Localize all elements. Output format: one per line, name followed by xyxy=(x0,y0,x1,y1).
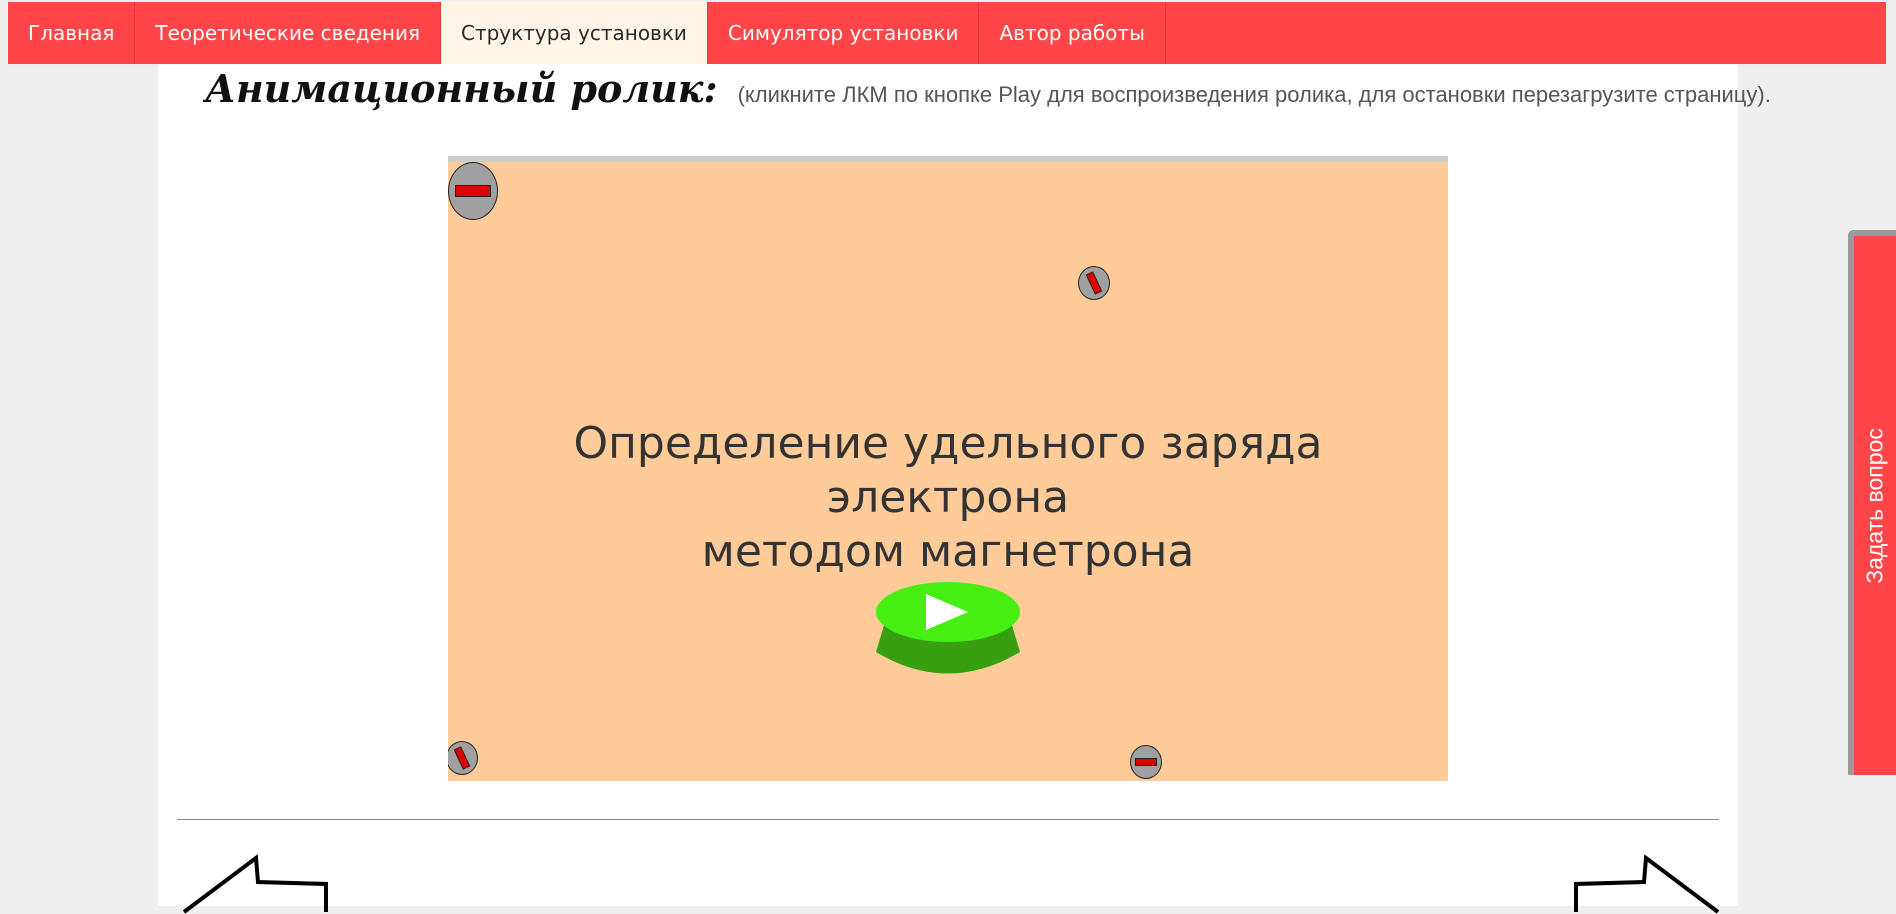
animation-title-line-1: Определение удельного заряда электрона xyxy=(573,418,1323,523)
play-icon xyxy=(876,582,1020,674)
top-navigation: Главная Теоретические сведения Структура… xyxy=(8,2,1886,64)
animation-title-line-2: методом магнетрона xyxy=(701,526,1195,577)
animation-title: Определение удельного заряда электрона м… xyxy=(448,417,1448,579)
nav-item-simulator[interactable]: Симулятор установки xyxy=(708,2,980,64)
ask-question-tab[interactable]: Задать вопрос xyxy=(1848,230,1896,775)
animation-player[interactable]: Определение удельного заряда электрона м… xyxy=(448,156,1448,781)
animation-heading: Анимационный ролик: xyxy=(205,66,718,111)
nav-item-setup-structure[interactable]: Структура установки xyxy=(440,2,708,64)
play-button[interactable] xyxy=(868,580,1028,690)
section-divider xyxy=(177,819,1719,820)
magnet-bottom-right xyxy=(1130,745,1162,779)
nav-item-home[interactable]: Главная xyxy=(8,2,136,64)
nav-item-theory[interactable]: Теоретические сведения xyxy=(135,2,441,64)
nav-item-author[interactable]: Автор работы xyxy=(979,2,1166,64)
magnet-bottom-left xyxy=(448,741,478,775)
previous-arrow-icon[interactable] xyxy=(178,854,338,914)
animation-instructions: (кликните ЛКМ по кнопке Play для воспрои… xyxy=(737,82,1771,107)
next-arrow-icon[interactable] xyxy=(1564,854,1724,914)
ask-question-label: Задать вопрос xyxy=(1861,427,1888,584)
magnet-top-right xyxy=(1078,266,1110,300)
magnet-top-left xyxy=(448,162,498,220)
main-content: Анимационный ролик: (кликните ЛКМ по кно… xyxy=(158,64,1771,914)
animation-heading-row: Анимационный ролик: (кликните ЛКМ по кно… xyxy=(205,66,1771,111)
